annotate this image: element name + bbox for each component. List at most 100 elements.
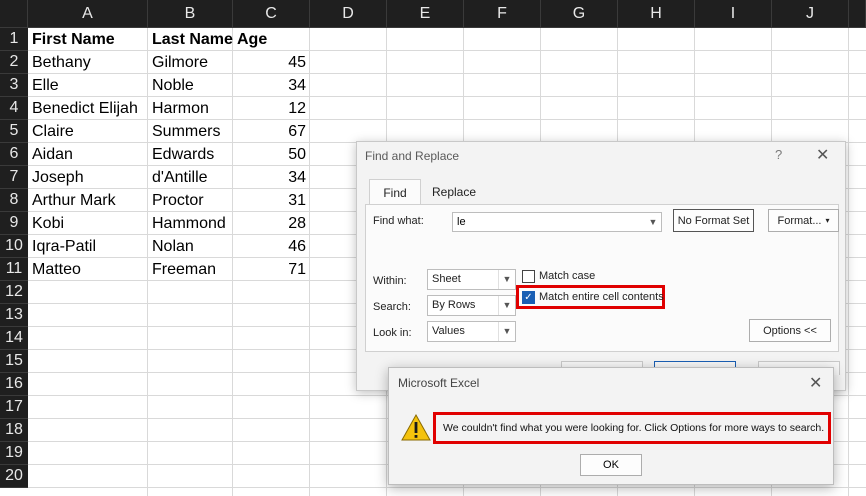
row-header-8[interactable]: 8 (0, 189, 28, 212)
tab-find[interactable]: Find (369, 179, 421, 205)
cell-first-name[interactable]: Iqra-Patil (28, 235, 148, 258)
chevron-down-icon[interactable]: ▼ (645, 213, 661, 231)
find-what-value: le (457, 216, 466, 228)
close-icon[interactable]: ✕ (816, 145, 829, 165)
row-header-19[interactable]: 19 (0, 442, 28, 465)
cell-age[interactable]: 46 (233, 235, 310, 258)
cell-header-first-name[interactable]: First Name (28, 28, 148, 51)
row-header-16[interactable]: 16 (0, 373, 28, 396)
row-header-18[interactable]: 18 (0, 419, 28, 442)
column-header-e[interactable]: E (387, 0, 464, 28)
cell-last-name[interactable]: Gilmore (148, 51, 233, 74)
cell-age[interactable]: 45 (233, 51, 310, 74)
cell-age[interactable]: 34 (233, 74, 310, 97)
row-header-15[interactable]: 15 (0, 350, 28, 373)
row-header-6[interactable]: 6 (0, 143, 28, 166)
message-text: We couldn't find what you were looking f… (443, 422, 825, 434)
row-header-3[interactable]: 3 (0, 74, 28, 97)
select-all-corner[interactable] (0, 0, 28, 28)
within-select[interactable]: Sheet ▼ (427, 269, 516, 290)
cell-first-name[interactable]: Aidan (28, 143, 148, 166)
warning-icon (401, 414, 431, 441)
no-format-set-button[interactable]: No Format Set (673, 209, 754, 232)
row-header-17[interactable]: 17 (0, 396, 28, 419)
cell-age[interactable]: 67 (233, 120, 310, 143)
tab-replace-label: Replace (431, 184, 477, 199)
row-header-7[interactable]: 7 (0, 166, 28, 189)
column-header-b[interactable]: B (148, 0, 233, 28)
match-case-label: Match case (539, 270, 596, 282)
search-value: By Rows (432, 299, 476, 311)
cell-first-name[interactable]: Elle (28, 74, 148, 97)
row-header-11[interactable]: 11 (0, 258, 28, 281)
cell-last-name[interactable]: Hammond (148, 212, 233, 235)
within-value: Sheet (432, 273, 461, 285)
row-header-2[interactable]: 2 (0, 51, 28, 74)
row-header-9[interactable]: 9 (0, 212, 28, 235)
column-header-j[interactable]: J (772, 0, 849, 28)
cell-first-name[interactable]: Bethany (28, 51, 148, 74)
column-header-g[interactable]: G (541, 0, 618, 28)
column-header-i[interactable]: I (695, 0, 772, 28)
close-icon[interactable]: ✕ (809, 373, 822, 393)
cell-age[interactable]: 34 (233, 166, 310, 189)
cell-first-name[interactable]: Matteo (28, 258, 148, 281)
cell-last-name[interactable]: Proctor (148, 189, 233, 212)
cell-last-name[interactable]: Edwards (148, 143, 233, 166)
cell-age[interactable]: 31 (233, 189, 310, 212)
chevron-down-icon: ▼ (498, 322, 515, 341)
match-case-checkbox[interactable] (522, 270, 535, 283)
row-header-14[interactable]: 14 (0, 327, 28, 350)
column-header-h[interactable]: H (618, 0, 695, 28)
chevron-down-icon: ▼ (498, 270, 515, 289)
cell-age[interactable]: 12 (233, 97, 310, 120)
options-label: Options << (763, 324, 817, 337)
search-label: Search: (373, 301, 411, 313)
cell-first-name[interactable]: Joseph (28, 166, 148, 189)
column-header-overflow[interactable] (849, 0, 866, 28)
help-icon[interactable]: ? (775, 147, 782, 162)
cell-age[interactable]: 71 (233, 258, 310, 281)
cell-first-name[interactable]: Benedict Elijah (28, 97, 148, 120)
cell-last-name[interactable]: Harmon (148, 97, 233, 120)
row-header-1[interactable]: 1 (0, 28, 28, 51)
message-box-title: Microsoft Excel (398, 376, 480, 390)
dialog-title: Find and Replace (365, 149, 460, 163)
search-select[interactable]: By Rows ▼ (427, 295, 516, 316)
find-options-panel: Find what: le ▼ No Format Set Format... ▾… (365, 204, 839, 352)
match-entire-checkbox[interactable]: ✓ (522, 291, 535, 304)
format-button[interactable]: Format... ▾ (768, 209, 839, 232)
cell-header-age[interactable]: Age (233, 28, 310, 51)
cell-age[interactable]: 28 (233, 212, 310, 235)
column-header-d[interactable]: D (310, 0, 387, 28)
look-in-value: Values (432, 325, 465, 337)
row-header-20[interactable]: 20 (0, 465, 28, 488)
cell-last-name[interactable]: Noble (148, 74, 233, 97)
row-header-12[interactable]: 12 (0, 281, 28, 304)
cell-first-name[interactable]: Kobi (28, 212, 148, 235)
column-header-a[interactable]: A (28, 0, 148, 28)
row-header-4[interactable]: 4 (0, 97, 28, 120)
column-header-c[interactable]: C (233, 0, 310, 28)
options-button[interactable]: Options << (749, 319, 831, 342)
within-label: Within: (373, 275, 407, 287)
tab-replace[interactable]: Replace (423, 179, 485, 204)
row-header-13[interactable]: 13 (0, 304, 28, 327)
ok-button[interactable]: OK (580, 454, 642, 476)
cell-first-name[interactable]: Claire (28, 120, 148, 143)
cell-last-name[interactable]: Freeman (148, 258, 233, 281)
find-replace-dialog: Find and Replace ? ✕ Find Replace Find w… (356, 141, 846, 391)
column-header-f[interactable]: F (464, 0, 541, 28)
look-in-select[interactable]: Values ▼ (427, 321, 516, 342)
row-header-10[interactable]: 10 (0, 235, 28, 258)
find-what-input[interactable]: le ▼ (452, 212, 662, 232)
cell-header-last-name[interactable]: Last Name (148, 28, 233, 51)
gridline (848, 28, 849, 496)
cell-first-name[interactable]: Arthur Mark (28, 189, 148, 212)
cell-last-name[interactable]: Summers (148, 120, 233, 143)
cell-age[interactable]: 50 (233, 143, 310, 166)
cell-last-name[interactable]: d'Antille (148, 166, 233, 189)
match-entire-label: Match entire cell contents (539, 291, 664, 303)
cell-last-name[interactable]: Nolan (148, 235, 233, 258)
row-header-5[interactable]: 5 (0, 120, 28, 143)
